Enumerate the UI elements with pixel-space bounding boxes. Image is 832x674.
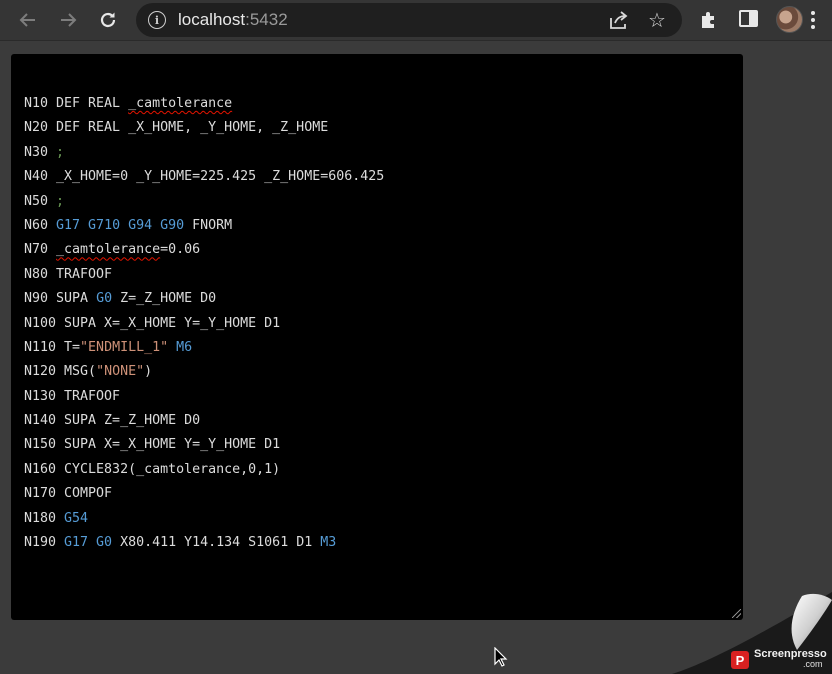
code-line: N150 SUPA X=_X_HOME Y=_Y_HOME D1 <box>24 433 384 457</box>
code-token: N120 MSG( <box>24 364 97 380</box>
code-editor[interactable]: N10 DEF REAL _camtolerance N20 DEF REAL _… <box>11 54 743 620</box>
reload-icon[interactable] <box>96 8 120 32</box>
code-token: N110 T= <box>24 339 81 355</box>
code-token: Z=_Z_HOME D0 <box>112 291 217 307</box>
code-line: N30 ; <box>24 141 384 165</box>
code-token: "ENDMILL_1" <box>80 339 169 355</box>
star-icon[interactable]: ☆ <box>648 8 666 32</box>
code-line: N70 _camtolerance=0.06 <box>24 238 384 262</box>
code-token: N40 _X_HOME=0 _Y_HOME=225.425 _Z_HOME=60… <box>24 169 385 185</box>
code-token: G0 <box>96 291 113 307</box>
code-line: N160 CYCLE832(_camtolerance,0,1) <box>24 458 384 482</box>
code-token: X80.411 Y14.134 S1061 D1 <box>112 535 321 551</box>
browser-toolbar: i localhost:5432 ☆ <box>0 0 832 40</box>
code-token: N170 COMPOF <box>24 486 113 502</box>
code-token: N190 <box>24 535 65 551</box>
code-line: N180 G54 <box>24 507 384 531</box>
code-token: ; <box>56 144 65 160</box>
code-token: N70 <box>24 242 57 258</box>
back-arrow-icon[interactable] <box>16 8 40 32</box>
code-token: N20 DEF REAL _X_HOME, _Y_HOME, _Z_HOME <box>24 120 329 136</box>
code-token: N160 CYCLE832(_camtolerance,0,1) <box>24 461 281 477</box>
side-panel-icon[interactable] <box>739 10 758 27</box>
code-line: N110 T="ENDMILL_1" M6 <box>24 336 384 360</box>
code-token: ) <box>144 364 153 380</box>
code-token: N180 <box>24 510 65 526</box>
code-token: ; <box>56 193 65 209</box>
code-line: N50 ; <box>24 190 384 214</box>
code-line: N40 _X_HOME=0 _Y_HOME=225.425 _Z_HOME=60… <box>24 165 384 189</box>
kebab-menu-icon[interactable] <box>811 11 815 29</box>
screenpresso-logo: P <box>731 651 749 669</box>
code-token: N100 SUPA X=_X_HOME Y=_Y_HOME D1 <box>24 315 281 331</box>
puzzle-icon[interactable] <box>698 8 720 30</box>
code-token: G17 G0 <box>64 535 113 551</box>
code-token: N150 SUPA X=_X_HOME Y=_Y_HOME D1 <box>24 437 281 453</box>
code-token: M3 <box>320 535 337 551</box>
code-line: N10 DEF REAL _camtolerance <box>24 92 384 116</box>
code-token: N10 DEF REAL <box>24 96 129 111</box>
code-token: N80 TRAFOOF <box>24 266 113 282</box>
url-host: localhost <box>178 10 246 29</box>
code-line: N140 SUPA Z=_Z_HOME D0 <box>24 409 384 433</box>
code-token: =0.06 <box>160 242 201 258</box>
code-token: N140 SUPA Z=_Z_HOME D0 <box>24 413 201 429</box>
code-token: G54 <box>64 510 89 526</box>
code-token: N60 <box>24 217 57 233</box>
code-token: _camtolerance <box>128 96 233 111</box>
code-line: N20 DEF REAL _X_HOME, _Y_HOME, _Z_HOME <box>24 116 384 140</box>
code-line: N130 TRAFOOF <box>24 385 384 409</box>
code-token: "NONE" <box>96 364 145 380</box>
code-token: N30 <box>24 144 57 160</box>
code-line: N90 SUPA G0 Z=_Z_HOME D0 <box>24 287 384 311</box>
address-bar[interactable]: i localhost:5432 ☆ <box>136 3 682 37</box>
forward-arrow-icon[interactable] <box>56 8 80 32</box>
code-line: N60 G17 G710 G94 G90 FNORM <box>24 214 384 238</box>
code-token: G17 G710 G94 G90 <box>56 217 185 233</box>
avatar[interactable] <box>776 6 803 33</box>
code-text[interactable]: N10 DEF REAL _camtolerance N20 DEF REAL _… <box>24 92 384 555</box>
url-port: :5432 <box>245 10 288 29</box>
code-token: N90 SUPA <box>24 291 97 307</box>
code-line: N190 G17 G0 X80.411 Y14.134 S1061 D1 M3 <box>24 531 384 555</box>
code-token: FNORM <box>184 217 233 233</box>
info-icon[interactable]: i <box>148 11 166 29</box>
code-line: N100 SUPA X=_X_HOME Y=_Y_HOME D1 <box>24 312 384 336</box>
code-token: M6 <box>176 339 193 355</box>
code-line: N120 MSG("NONE") <box>24 360 384 384</box>
code-token: N50 <box>24 193 57 209</box>
code-token: N130 TRAFOOF <box>24 388 121 404</box>
url-text[interactable]: localhost:5432 <box>178 10 288 30</box>
code-line: N170 COMPOF <box>24 482 384 506</box>
share-icon[interactable] <box>608 10 630 30</box>
code-token: _camtolerance <box>56 242 161 258</box>
mouse-cursor-icon <box>494 647 508 667</box>
watermark-suffix: .com <box>803 659 823 669</box>
code-line: N80 TRAFOOF <box>24 263 384 287</box>
